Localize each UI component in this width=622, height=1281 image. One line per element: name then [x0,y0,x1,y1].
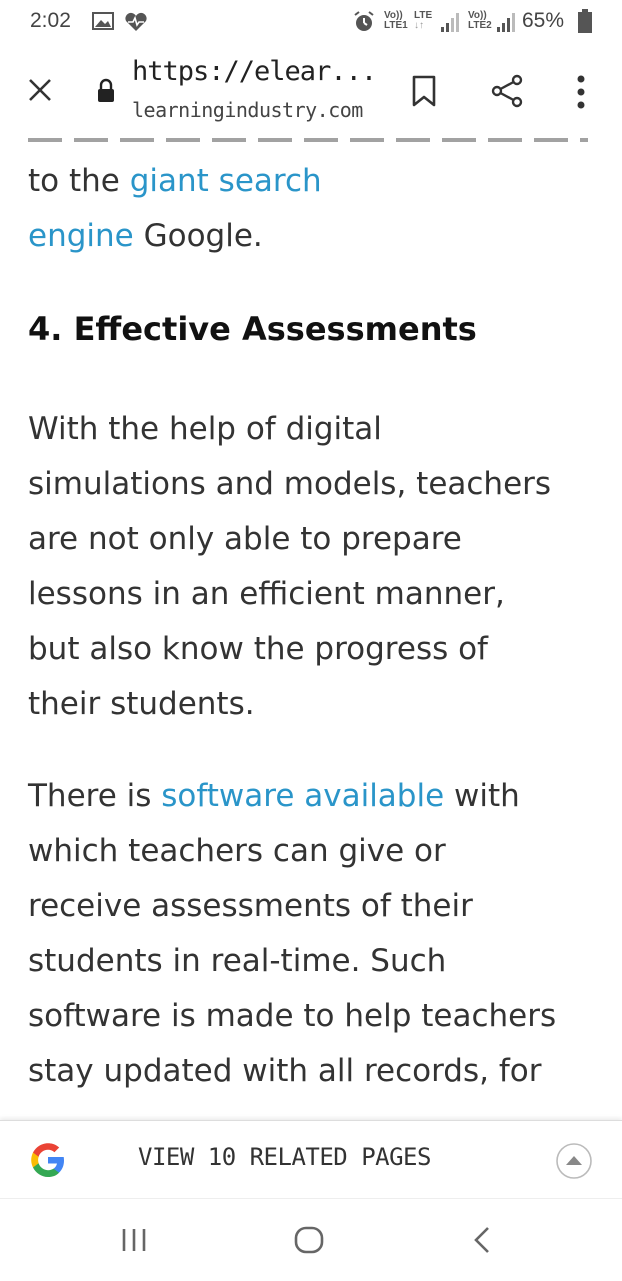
google-logo-icon [31,1143,64,1177]
sim1-label: Vo)) LTE1 [384,10,408,31]
status-time: 2:02 [30,9,71,32]
recent-apps-icon[interactable] [120,1227,148,1253]
health-notification-icon [125,12,147,31]
signal-sim2-icon [497,13,515,32]
share-icon[interactable] [490,74,524,108]
status-bar: 2:02 Vo)) LTE1 LTE ↓↑ Vo)) LTE2 65% [0,0,622,44]
url-text[interactable]: https://elear... [132,56,377,87]
section-heading: 4. Effective Assessments [28,310,477,348]
paragraph-3: There is software available with which t… [28,778,557,1089]
software-available-link[interactable]: software available [161,778,444,814]
sim1-lte-label: LTE ↓↑ [414,10,433,31]
lock-icon [98,78,114,102]
close-icon[interactable] [28,78,52,102]
home-icon[interactable] [293,1225,325,1255]
signal-sim1-icon [441,13,459,32]
sim2-label: Vo)) LTE2 [468,10,492,31]
bookmark-icon[interactable] [410,74,438,108]
battery-percent: 65% [522,9,565,32]
url-domain: learningindustry.com [132,98,363,122]
alarm-icon [354,11,374,31]
article-body: to the giant search engine Google. 4. Eff… [28,140,608,1099]
expand-up-icon[interactable] [555,1142,593,1180]
android-nav-bar [0,1198,622,1281]
back-icon[interactable] [472,1225,492,1255]
gallery-notification-icon [92,12,114,30]
paragraph-2: With the help of digital simulations and… [28,411,552,722]
more-options-icon[interactable] [574,74,588,110]
battery-icon [578,9,592,33]
related-pages-bar[interactable]: VIEW 10 RELATED PAGES [0,1120,622,1199]
view-related-pages-label[interactable]: VIEW 10 RELATED PAGES [138,1143,431,1171]
paragraph-1: to the giant search engine Google. [28,163,322,254]
